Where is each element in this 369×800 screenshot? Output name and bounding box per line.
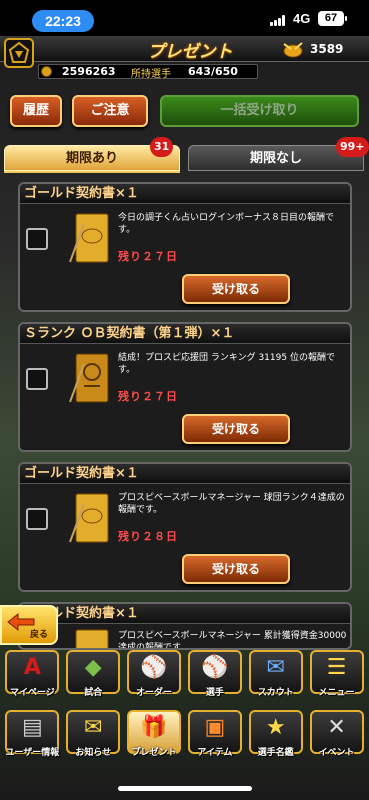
present-remaining: 残り２８日 bbox=[118, 530, 178, 543]
tab-badge-no-deadline: 99+ bbox=[336, 137, 369, 157]
ob-contract-icon bbox=[68, 352, 112, 406]
owned-players-value: 643/650 bbox=[188, 65, 238, 78]
present-checkbox[interactable] bbox=[26, 228, 48, 250]
news-icon: ✉ bbox=[84, 715, 103, 740]
nav-user-info[interactable]: ▤ ユーザー情報 bbox=[3, 710, 61, 758]
present-description: プロスピベースボールマネージャー 球団ランク４達成の報酬です。 bbox=[118, 493, 345, 515]
nav-items[interactable]: ▣ アイテム bbox=[186, 710, 244, 758]
status-time: 22:23 bbox=[32, 10, 94, 32]
menu-icon: ☰ bbox=[326, 655, 347, 680]
nav-event[interactable]: ✕ イベント bbox=[308, 710, 366, 758]
present-card: ゴールド契約書×１ プロスピベースボールマネージャー 累計獲得資金30000達成… bbox=[18, 602, 352, 650]
stadium-icon: ◆ bbox=[84, 655, 102, 680]
signal-icon bbox=[270, 15, 286, 26]
receive-button[interactable]: 受け取る bbox=[182, 554, 290, 584]
present-title: ゴールド契約書×１ bbox=[20, 184, 350, 204]
present-description: プロスピベースボールマネージャー 累計獲得資金30000達成の報酬です。 bbox=[118, 631, 347, 650]
present-description: 今日の調子くん占いログインボーナス８日目の報酬です。 bbox=[118, 213, 335, 235]
nav-players[interactable]: ⚾ 選手 bbox=[186, 650, 244, 698]
gold-contract-icon bbox=[68, 492, 112, 546]
receive-button[interactable]: 受け取る bbox=[182, 414, 290, 444]
money-icon bbox=[41, 66, 52, 77]
back-label: 戻る bbox=[30, 630, 49, 640]
status-bar: 22:23 4G 67 bbox=[0, 0, 369, 36]
scout-icon: ✉ bbox=[266, 655, 285, 680]
page-title: プレゼント bbox=[147, 42, 233, 62]
present-remaining: 残り２７日 bbox=[118, 250, 178, 263]
present-card: ゴールド契約書×１ 今日の調子くん占いログインボーナス８日目の報酬です。 残り２… bbox=[18, 182, 352, 312]
tab-active-indicator bbox=[4, 171, 180, 173]
player-icon: ⚾ bbox=[201, 655, 229, 680]
tab-badge-with-deadline: 31 bbox=[150, 137, 174, 157]
nav-menu[interactable]: ☰ メニュー bbox=[308, 650, 366, 698]
nav-order[interactable]: ⚾ オーダー bbox=[125, 650, 183, 698]
home-indicator[interactable] bbox=[118, 786, 252, 791]
team-logo-icon[interactable] bbox=[4, 38, 34, 68]
present-title: ゴールド契約書×１ bbox=[20, 464, 350, 484]
present-checkbox[interactable] bbox=[26, 368, 48, 390]
money-value: 2596263 bbox=[62, 65, 116, 78]
caution-button[interactable]: ご注意 bbox=[72, 95, 148, 127]
present-icon: 🎁 bbox=[140, 715, 168, 740]
main-nav: A マイページ ◆ 試合 ⚾ オーダー ⚾ 選手 ✉ スカウト ☰ メニュー bbox=[0, 650, 369, 702]
present-description: 結成！プロスピ応援団 ランキング 31195 位の報酬です。 bbox=[118, 353, 335, 375]
battery-icon: 67 bbox=[318, 11, 347, 26]
coin-icon bbox=[281, 40, 305, 60]
owned-players-label: 所持選手 bbox=[131, 69, 171, 80]
present-remaining: 残り２７日 bbox=[118, 390, 178, 403]
present-title: ゴールド契約書×１ bbox=[20, 604, 350, 624]
history-button[interactable]: 履歴 bbox=[10, 95, 62, 127]
user-info-icon: ▤ bbox=[22, 715, 43, 740]
nav-mypage[interactable]: A マイページ bbox=[3, 650, 61, 698]
sub-nav: ▤ ユーザー情報 ✉ お知らせ 🎁 プレゼント ▣ アイテム ★ 選手名鑑 ✕ … bbox=[0, 710, 369, 762]
item-icon: ▣ bbox=[204, 715, 226, 740]
gold-contract-icon bbox=[68, 212, 112, 266]
nav-match[interactable]: ◆ 試合 bbox=[64, 650, 122, 698]
receive-all-button[interactable]: 一括受け取り bbox=[160, 95, 359, 127]
present-card: ゴールド契約書×１ プロスピベースボールマネージャー 球団ランク４達成の報酬です… bbox=[18, 462, 352, 592]
mypage-icon: A bbox=[23, 655, 41, 680]
nav-scout[interactable]: ✉ スカウト bbox=[247, 650, 305, 698]
back-button[interactable] bbox=[0, 605, 58, 645]
present-checkbox[interactable] bbox=[26, 508, 48, 530]
player-directory-icon: ★ bbox=[265, 715, 286, 740]
coin-count: 3589 bbox=[310, 42, 344, 56]
gold-contract-icon bbox=[68, 628, 112, 648]
field-icon: ⚾ bbox=[140, 655, 168, 680]
nav-news[interactable]: ✉ お知らせ bbox=[64, 710, 122, 758]
nav-player-directory[interactable]: ★ 選手名鑑 bbox=[247, 710, 305, 758]
present-card: Ｓランク ＯＢ契約書（第１弾）×１ 結成！プロスピ応援団 ランキング 31195… bbox=[18, 322, 352, 452]
network-type: 4G bbox=[293, 11, 311, 26]
receive-button[interactable]: 受け取る bbox=[182, 274, 290, 304]
nav-present[interactable]: 🎁 プレゼント bbox=[125, 710, 183, 758]
event-icon: ✕ bbox=[327, 715, 346, 740]
present-title: Ｓランク ＯＢ契約書（第１弾）×１ bbox=[20, 324, 350, 344]
